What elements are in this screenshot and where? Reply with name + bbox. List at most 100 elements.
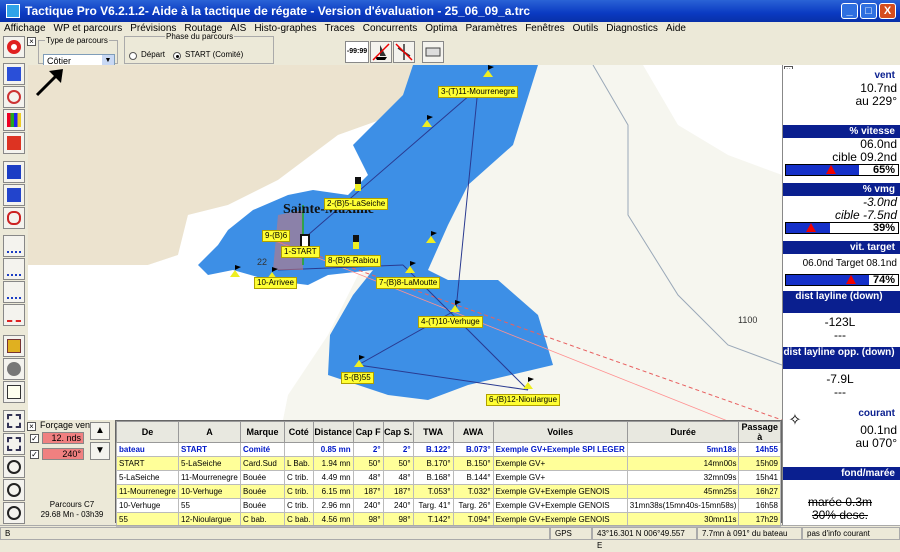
menu-traces[interactable]: Traces [321, 23, 359, 34]
keyboard-icon[interactable] [422, 41, 444, 63]
cell: Exemple GV+Exemple GENOIS [492, 498, 628, 513]
buoy-flag-icon[interactable] [481, 65, 495, 77]
joystick-icon[interactable] [3, 358, 25, 380]
cardinal-mark-icon[interactable] [353, 235, 359, 249]
mark-label[interactable]: 10-Arrivee [254, 277, 297, 289]
close-button[interactable]: X [879, 3, 896, 19]
buoy-flag-icon[interactable] [420, 115, 434, 127]
panel-close-icon[interactable]: × [27, 422, 36, 431]
cell: Card.Sud [240, 456, 285, 471]
waypoints-icon[interactable] [3, 235, 25, 257]
histogram-icon[interactable] [3, 109, 25, 131]
mark-label[interactable]: 8-(B)6-Rabiou [325, 255, 382, 267]
col-twa[interactable]: TWA [412, 421, 454, 443]
lifebuoy-icon[interactable] [3, 36, 25, 58]
buoys-icon[interactable] [3, 304, 25, 326]
menu-parametres[interactable]: Paramètres [462, 23, 522, 34]
menu-affichage[interactable]: Affichage [0, 23, 50, 34]
col-passage[interactable]: Passage à [738, 421, 781, 443]
up-arrow-button[interactable]: ▲ [90, 422, 110, 440]
mark-label[interactable]: 3-(T)11-Mourrenegre [438, 86, 519, 98]
mark-label[interactable]: 4-(T)10-Verhuge [418, 316, 483, 328]
timer-button[interactable]: -99:99 [345, 41, 369, 63]
chart-map-icon[interactable] [3, 63, 25, 85]
mark-label[interactable]: 2-(B)5-LaSeiche [324, 198, 389, 210]
start-radio[interactable] [173, 52, 181, 60]
tack-icon[interactable] [393, 41, 415, 63]
menu-outils[interactable]: Outils [569, 23, 603, 34]
map-canvas[interactable] [28, 65, 782, 420]
table-row[interactable]: 10-Verhuge 55 Bouée C trib. 2.96 mn 240° 240° T… [116, 498, 781, 513]
col-voiles[interactable]: Voiles [492, 421, 628, 443]
buoy-flag-icon[interactable] [521, 377, 535, 389]
col-marque[interactable]: Marque [240, 421, 285, 443]
col-cote[interactable]: Coté [284, 421, 314, 443]
cell: 50° [352, 456, 384, 471]
cell: 32mn09s [626, 470, 740, 485]
menu-optima[interactable]: Optima [421, 23, 461, 34]
cell: 45mn25s [626, 484, 740, 499]
cell: L Bab. [284, 456, 314, 471]
col-a[interactable]: A [178, 421, 241, 443]
forcage-dir-checkbox[interactable]: ✓ [30, 450, 39, 459]
col-capf[interactable]: Cap F [352, 421, 384, 443]
chart-map[interactable]: Sainte-Maxime 22 1100 3-(T)11-Mourrenegr… [28, 65, 782, 420]
depart-radio[interactable] [129, 52, 137, 60]
mark-label[interactable]: 5-(B)55 [341, 372, 374, 384]
col-awa[interactable]: AWA [452, 421, 494, 443]
col-caps[interactable]: Cap S. [382, 421, 414, 443]
target-icon[interactable] [3, 86, 25, 108]
marker-icon [846, 275, 856, 284]
wind-grid-icon[interactable] [3, 184, 25, 206]
cell: C trib. [284, 484, 314, 499]
forcage-dir-input[interactable]: 240° [42, 448, 84, 460]
buoy-flag-icon[interactable] [352, 355, 366, 367]
buoy-flag-icon[interactable] [228, 265, 242, 277]
table-row[interactable]: bateau START Comité 0.85 mn 2° 2° B.122° B.073°… [116, 442, 781, 457]
down-arrow-button[interactable]: ▼ [90, 442, 110, 460]
maximize-button[interactable]: □ [860, 3, 877, 19]
table-row[interactable]: 11-Mourrenegre 10-Verhuge Bouée C trib. 6.15… [116, 484, 781, 499]
col-de[interactable]: De [116, 421, 179, 443]
menu-concurrents[interactable]: Concurrents [359, 23, 421, 34]
cell: 187° [352, 484, 384, 499]
cell: 5-LaSeiche [178, 456, 241, 471]
mark-label[interactable]: 6-(B)12-Nioulargue [486, 394, 561, 406]
mark-label[interactable]: 1-START [281, 246, 320, 258]
cell: 5mn18s [626, 442, 740, 457]
menu-diagnostics[interactable]: Diagnostics [602, 23, 662, 34]
grid-icon[interactable] [3, 161, 25, 183]
cardinal-mark-icon[interactable] [355, 177, 361, 191]
vitesse-bar: 65% [785, 164, 899, 176]
title-bar: Tactique Pro V6.2.1.2- Aide à la tactiqu… [0, 0, 900, 22]
boat-icon[interactable] [370, 41, 392, 63]
mark-label[interactable]: 9-(B)6 [262, 230, 291, 242]
col-duree[interactable]: Durée [626, 421, 740, 443]
graph-icon[interactable] [3, 132, 25, 154]
menu-aide[interactable]: Aide [662, 23, 690, 34]
col-distance[interactable]: Distance [312, 421, 354, 443]
course-icon[interactable] [3, 258, 25, 280]
panel-close-icon[interactable]: × [27, 37, 36, 46]
table-row[interactable]: 5-LaSeiche 11-Mourrenegre Bouée C trib. 4.49… [116, 470, 781, 485]
buoy-flag-icon[interactable] [448, 300, 462, 312]
cell: START [116, 456, 179, 471]
table-row[interactable]: START 5-LaSeiche Card.Sud L Bab. 1.94 mn 50° 5… [116, 456, 781, 471]
book-icon[interactable] [3, 335, 25, 357]
marks-icon[interactable] [3, 281, 25, 303]
minimize-button[interactable]: _ [841, 3, 858, 19]
forcage-speed-checkbox[interactable]: ✓ [30, 434, 39, 443]
cell: 1.94 mn [312, 456, 354, 471]
marker-icon [826, 165, 836, 174]
buoy-flag-icon[interactable] [424, 231, 438, 243]
mark-label[interactable]: 7-(B)8-LaMoutte [376, 277, 441, 289]
buoy-flag-icon[interactable] [403, 261, 417, 273]
sail-icon[interactable] [3, 381, 25, 403]
route-icon[interactable] [3, 207, 25, 229]
courant-dir: au 070° [855, 436, 897, 450]
cell: Targ. 26° [452, 498, 494, 513]
cell: T.032° [452, 484, 494, 499]
menu-wp[interactable]: WP et parcours [50, 23, 127, 34]
forcage-speed-input[interactable]: 12. nds [42, 432, 84, 444]
menu-fenetres[interactable]: Fenêtres [521, 23, 568, 34]
